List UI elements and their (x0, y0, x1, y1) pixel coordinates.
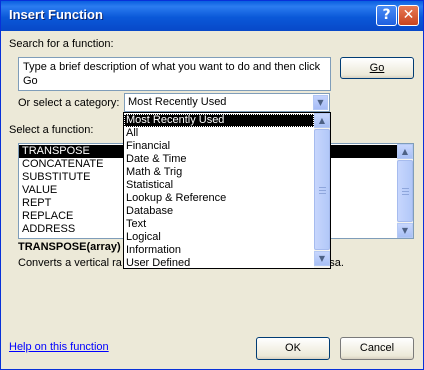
scroll-up-icon[interactable]: ▲ (397, 144, 413, 159)
scroll-down-icon[interactable]: ▼ (397, 223, 413, 238)
scroll-down-icon[interactable]: ▼ (314, 251, 330, 266)
chevron-down-icon[interactable]: ▼ (313, 95, 328, 110)
category-option[interactable]: Logical (124, 231, 314, 244)
category-option[interactable]: Database (124, 205, 314, 218)
category-select[interactable]: Most Recently Used ▼ (124, 93, 330, 112)
scroll-up-icon[interactable]: ▲ (314, 113, 330, 128)
search-label: Search for a function: (9, 38, 114, 50)
search-input-line-1: Type a brief description of what you wan… (23, 61, 321, 73)
category-option[interactable]: Math & Trig (124, 166, 314, 179)
go-button-label: Go (369, 62, 385, 74)
category-option[interactable]: Most Recently Used (124, 114, 314, 127)
ok-button[interactable]: OK (256, 337, 330, 360)
category-dropdown[interactable]: Most Recently Used All Financial Date & Tim… (123, 112, 331, 269)
category-option[interactable]: Information (124, 244, 314, 257)
go-button[interactable]: Go (340, 57, 414, 79)
category-option[interactable]: User Defined (124, 257, 314, 268)
function-syntax: TRANSPOSE(array) (18, 241, 121, 253)
description-start: Converts a vertical ra (18, 257, 122, 269)
window-title: Insert Function (9, 7, 103, 22)
help-icon[interactable]: ? (376, 5, 397, 26)
scroll-thumb[interactable] (397, 160, 413, 222)
function-description: Converts a vertical raversa. (18, 257, 344, 269)
close-icon[interactable]: ✕ (398, 5, 419, 26)
category-option[interactable]: Date & Time (124, 153, 314, 166)
function-list-scrollbar[interactable]: ▲ ▼ (397, 144, 413, 238)
search-input[interactable]: Type a brief description of what you wan… (18, 57, 331, 91)
scroll-thumb[interactable] (314, 129, 330, 250)
insert-function-dialog: Insert Function ? ✕ Search for a functio… (0, 0, 424, 370)
category-label: Or select a category: (18, 97, 120, 109)
category-options: Most Recently Used All Financial Date & Tim… (124, 114, 314, 268)
help-on-function-link[interactable]: Help on this function (9, 341, 109, 353)
category-selected-value: Most Recently Used (128, 96, 227, 108)
title-bar[interactable]: Insert Function ? ✕ (1, 1, 423, 31)
search-input-line-2: Go (23, 75, 38, 87)
cancel-button[interactable]: Cancel (340, 337, 414, 360)
category-dropdown-scrollbar[interactable]: ▲ ▼ (314, 113, 330, 268)
category-option[interactable]: All (124, 127, 314, 140)
function-list-label: Select a function: (9, 124, 94, 136)
category-option[interactable]: Statistical (124, 179, 314, 192)
category-option[interactable]: Financial (124, 140, 314, 153)
category-option[interactable]: Text (124, 218, 314, 231)
category-option[interactable]: Lookup & Reference (124, 192, 314, 205)
